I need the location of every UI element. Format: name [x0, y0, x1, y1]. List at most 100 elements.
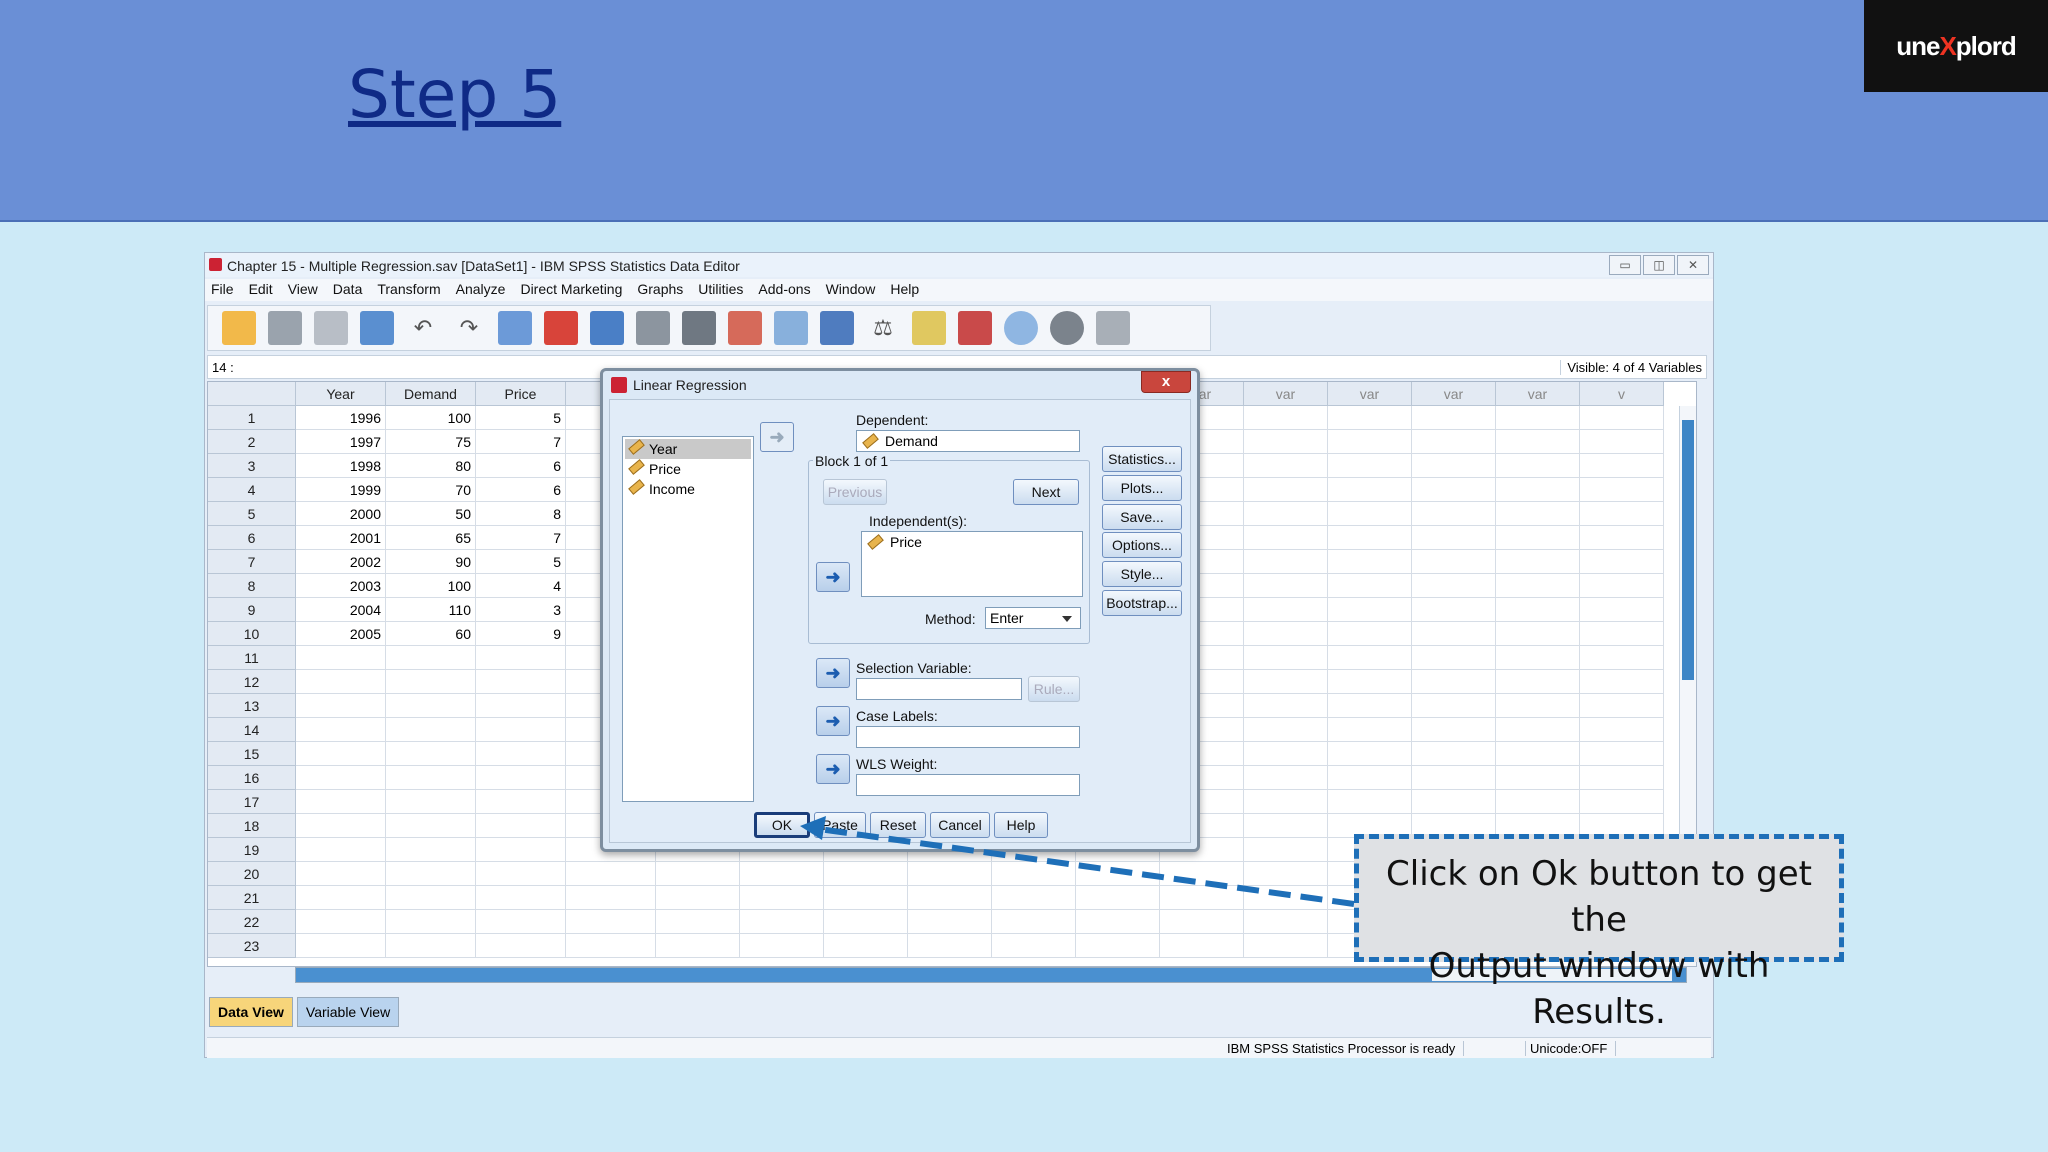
table-cell[interactable]: [1580, 574, 1664, 598]
next-button[interactable]: Next: [1013, 479, 1079, 505]
row-number[interactable]: 16: [208, 766, 296, 790]
column-header[interactable]: Price: [476, 382, 566, 406]
plots-button[interactable]: Plots...: [1102, 475, 1182, 501]
table-cell[interactable]: 70: [386, 478, 476, 502]
table-cell[interactable]: [1328, 502, 1412, 526]
table-cell[interactable]: [1580, 622, 1664, 646]
row-number[interactable]: 6: [208, 526, 296, 550]
table-cell[interactable]: [1244, 934, 1328, 958]
print-icon[interactable]: [314, 311, 348, 345]
table-cell[interactable]: [296, 838, 386, 862]
table-cell[interactable]: [1496, 766, 1580, 790]
table-cell[interactable]: [992, 910, 1076, 934]
save-icon[interactable]: [268, 311, 302, 345]
table-cell[interactable]: [992, 862, 1076, 886]
table-cell[interactable]: [386, 862, 476, 886]
table-cell[interactable]: [476, 886, 566, 910]
table-cell[interactable]: [386, 886, 476, 910]
row-number[interactable]: 11: [208, 646, 296, 670]
table-cell[interactable]: [476, 646, 566, 670]
find-icon[interactable]: [636, 311, 670, 345]
table-cell[interactable]: [476, 694, 566, 718]
table-cell[interactable]: [1328, 646, 1412, 670]
table-cell[interactable]: [1244, 694, 1328, 718]
row-number[interactable]: 8: [208, 574, 296, 598]
table-cell[interactable]: [296, 814, 386, 838]
menu-data[interactable]: Data: [327, 279, 372, 301]
cancel-button[interactable]: Cancel: [930, 812, 990, 838]
table-cell[interactable]: [1496, 622, 1580, 646]
table-cell[interactable]: [656, 862, 740, 886]
row-number[interactable]: 1: [208, 406, 296, 430]
table-cell[interactable]: [476, 742, 566, 766]
table-cell[interactable]: [1244, 454, 1328, 478]
row-number[interactable]: 23: [208, 934, 296, 958]
table-cell[interactable]: 2000: [296, 502, 386, 526]
table-cell[interactable]: [824, 862, 908, 886]
table-cell[interactable]: [1412, 406, 1496, 430]
table-cell[interactable]: [296, 670, 386, 694]
table-cell[interactable]: [1580, 742, 1664, 766]
table-cell[interactable]: 100: [386, 406, 476, 430]
table-cell[interactable]: [386, 790, 476, 814]
table-cell[interactable]: 7: [476, 526, 566, 550]
table-cell[interactable]: [656, 886, 740, 910]
table-cell[interactable]: [1496, 526, 1580, 550]
redo-icon[interactable]: ↷: [452, 311, 486, 345]
table-cell[interactable]: [1580, 406, 1664, 430]
weight-cases-icon[interactable]: ⚖: [866, 311, 900, 345]
menu-edit[interactable]: Edit: [243, 279, 282, 301]
tab-variable-view[interactable]: Variable View: [296, 997, 400, 1027]
move-independent-button[interactable]: ➜: [816, 562, 850, 592]
table-cell[interactable]: [1328, 478, 1412, 502]
paste-button[interactable]: Paste: [814, 812, 866, 838]
table-cell[interactable]: [1328, 742, 1412, 766]
table-cell[interactable]: [1580, 790, 1664, 814]
table-cell[interactable]: [386, 718, 476, 742]
table-cell[interactable]: [476, 934, 566, 958]
column-header[interactable]: Demand: [386, 382, 476, 406]
table-cell[interactable]: [566, 886, 656, 910]
table-cell[interactable]: [1328, 550, 1412, 574]
menu-help[interactable]: Help: [884, 279, 928, 301]
table-cell[interactable]: [656, 934, 740, 958]
table-cell[interactable]: [296, 718, 386, 742]
table-cell[interactable]: [1496, 718, 1580, 742]
menu-utilities[interactable]: Utilities: [692, 279, 752, 301]
case-labels-field[interactable]: [856, 726, 1080, 748]
table-cell[interactable]: [1412, 550, 1496, 574]
table-cell[interactable]: [1328, 670, 1412, 694]
table-cell[interactable]: [824, 886, 908, 910]
move-case-labels-button[interactable]: ➜: [816, 706, 850, 736]
row-number[interactable]: 21: [208, 886, 296, 910]
table-cell[interactable]: [1076, 886, 1160, 910]
table-cell[interactable]: [1412, 670, 1496, 694]
table-cell[interactable]: 6: [476, 454, 566, 478]
menu-transform[interactable]: Transform: [371, 279, 449, 301]
restore-button[interactable]: ◫: [1643, 255, 1675, 275]
table-cell[interactable]: [386, 694, 476, 718]
table-cell[interactable]: [386, 838, 476, 862]
table-cell[interactable]: [476, 766, 566, 790]
table-cell[interactable]: 5: [476, 550, 566, 574]
table-cell[interactable]: [1496, 478, 1580, 502]
row-number[interactable]: 9: [208, 598, 296, 622]
open-icon[interactable]: [222, 311, 256, 345]
minimize-button[interactable]: ▭: [1609, 255, 1641, 275]
table-cell[interactable]: [1244, 886, 1328, 910]
table-cell[interactable]: 2001: [296, 526, 386, 550]
table-cell[interactable]: [1244, 790, 1328, 814]
table-cell[interactable]: 65: [386, 526, 476, 550]
table-cell[interactable]: [1412, 694, 1496, 718]
undo-icon[interactable]: ↶: [406, 311, 440, 345]
table-cell[interactable]: 80: [386, 454, 476, 478]
table-cell[interactable]: [1496, 454, 1580, 478]
bootstrap-button[interactable]: Bootstrap...: [1102, 590, 1182, 616]
table-cell[interactable]: [476, 862, 566, 886]
table-cell[interactable]: [908, 862, 992, 886]
table-cell[interactable]: [1496, 790, 1580, 814]
table-cell[interactable]: [476, 790, 566, 814]
table-cell[interactable]: [566, 934, 656, 958]
table-cell[interactable]: 6: [476, 478, 566, 502]
table-cell[interactable]: [740, 862, 824, 886]
